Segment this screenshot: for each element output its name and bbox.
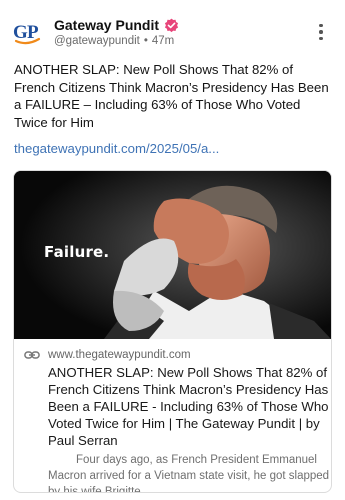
more-vertical-icon[interactable] bbox=[311, 19, 331, 45]
post-time: 47m bbox=[151, 35, 175, 47]
card-title[interactable]: ANOTHER SLAP: New Poll Shows That 82% of… bbox=[48, 364, 331, 449]
post-link[interactable]: thegatewaypundit.com/2025/05/a... bbox=[14, 141, 219, 156]
card-description: Four days ago, as French President Emman… bbox=[48, 454, 330, 493]
card-image: Failure. bbox=[14, 171, 331, 339]
author-handle: @gatewaypundit bbox=[54, 35, 140, 47]
gateway-pundit-logo-icon: G P bbox=[13, 22, 41, 45]
meta-separator: • bbox=[143, 35, 148, 47]
avatar[interactable]: G P bbox=[12, 16, 44, 48]
author-name[interactable]: Gateway Pundit bbox=[54, 17, 159, 33]
svg-text:G: G bbox=[13, 22, 28, 43]
post: G P Gateway Pundit @gatewaypundit • 47m bbox=[0, 0, 345, 500]
link-preview-card[interactable]: Failure. www.thegatewaypundit.com ANOTHE… bbox=[13, 170, 332, 493]
author-info: Gateway Pundit @gatewaypundit • 47m bbox=[54, 17, 311, 47]
link-icon bbox=[24, 349, 40, 361]
card-domain: www.thegatewaypundit.com bbox=[48, 349, 191, 361]
post-text: ANOTHER SLAP: New Poll Shows That 82% of… bbox=[14, 62, 329, 130]
card-body: www.thegatewaypundit.com ANOTHER SLAP: N… bbox=[14, 339, 331, 493]
image-caption: Failure. bbox=[44, 243, 110, 261]
verified-badge-icon bbox=[164, 18, 179, 33]
post-header: G P Gateway Pundit @gatewaypundit • 47m bbox=[12, 12, 333, 52]
